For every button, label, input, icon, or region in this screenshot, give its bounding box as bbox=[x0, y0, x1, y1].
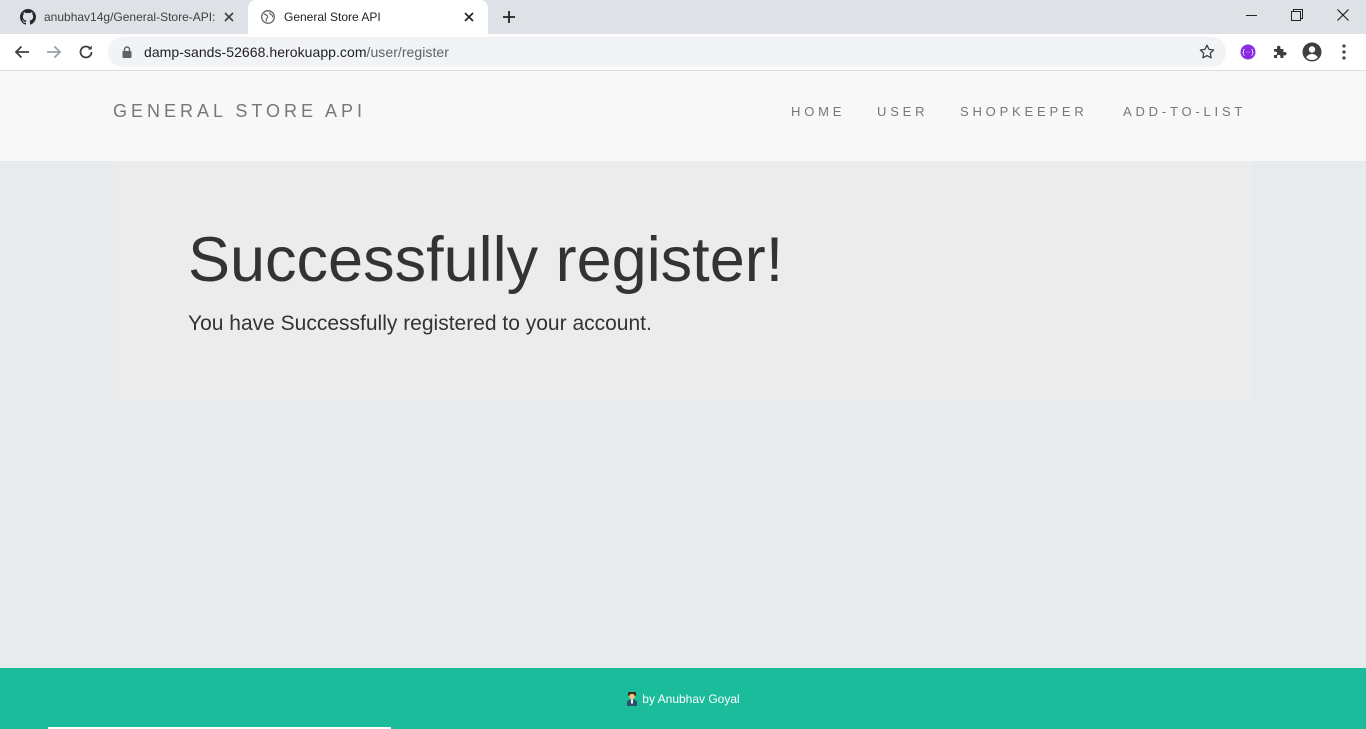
browser-tab-general-store[interactable]: General Store API bbox=[248, 0, 488, 34]
url-host: damp-sands-52668.herokuapp.com bbox=[144, 44, 367, 60]
nav-link-add-to-list[interactable]: ADD-TO-LIST bbox=[1123, 104, 1246, 119]
tab-title: anubhav14g/General-Store-API: T bbox=[44, 10, 218, 24]
browser-tab-github[interactable]: anubhav14g/General-Store-API: T bbox=[8, 0, 248, 34]
url-path: /user/register bbox=[366, 44, 449, 60]
extension-purple-icon[interactable]: {··} bbox=[1236, 40, 1260, 64]
browser-toolbar: damp-sands-52668.herokuapp.com/user/regi… bbox=[0, 34, 1366, 71]
reload-icon[interactable] bbox=[72, 38, 100, 66]
success-jumbotron: Successfully register! You have Successf… bbox=[113, 161, 1253, 400]
new-tab-icon[interactable] bbox=[497, 5, 521, 29]
nav-link-user[interactable]: USER bbox=[877, 104, 928, 119]
browser-menu-icon[interactable] bbox=[1332, 40, 1356, 64]
close-window-icon[interactable] bbox=[1320, 0, 1366, 30]
close-tab-icon[interactable] bbox=[458, 6, 480, 28]
globe-icon bbox=[260, 9, 276, 25]
footer-author-text: by Anubhav Goyal bbox=[642, 691, 740, 706]
site-footer: by Anubhav Goyal bbox=[0, 668, 1366, 729]
url-text: damp-sands-52668.herokuapp.com/user/regi… bbox=[144, 44, 449, 60]
forward-arrow-icon[interactable] bbox=[40, 38, 68, 66]
person-emoji-icon bbox=[626, 691, 638, 706]
lock-icon[interactable] bbox=[120, 45, 134, 59]
profile-avatar-icon[interactable] bbox=[1300, 40, 1324, 64]
browser-tabstrip: anubhav14g/General-Store-API: T General … bbox=[0, 0, 1366, 34]
success-heading: Successfully register! bbox=[188, 225, 784, 295]
svg-text:{··}: {··} bbox=[1241, 49, 1254, 57]
back-arrow-icon[interactable] bbox=[8, 38, 36, 66]
site-brand[interactable]: GENERAL STORE API bbox=[113, 101, 366, 122]
footer-credit: by Anubhav Goyal bbox=[0, 668, 1366, 729]
minimize-icon[interactable] bbox=[1228, 0, 1274, 30]
tab-title: General Store API bbox=[284, 10, 381, 24]
nav-link-shopkeeper[interactable]: SHOPKEEPER bbox=[960, 104, 1088, 119]
restore-icon[interactable] bbox=[1274, 0, 1320, 30]
extensions-puzzle-icon[interactable] bbox=[1268, 40, 1292, 64]
nav-link-home[interactable]: HOME bbox=[791, 104, 845, 119]
close-tab-icon[interactable] bbox=[218, 6, 240, 28]
success-message: You have Successfully registered to your… bbox=[188, 312, 652, 335]
github-icon bbox=[20, 9, 36, 25]
bookmark-star-icon[interactable] bbox=[1198, 43, 1216, 61]
site-navbar: GENERAL STORE API HOME USER SHOPKEEPER A… bbox=[0, 71, 1366, 161]
address-bar[interactable]: damp-sands-52668.herokuapp.com/user/regi… bbox=[108, 37, 1226, 67]
